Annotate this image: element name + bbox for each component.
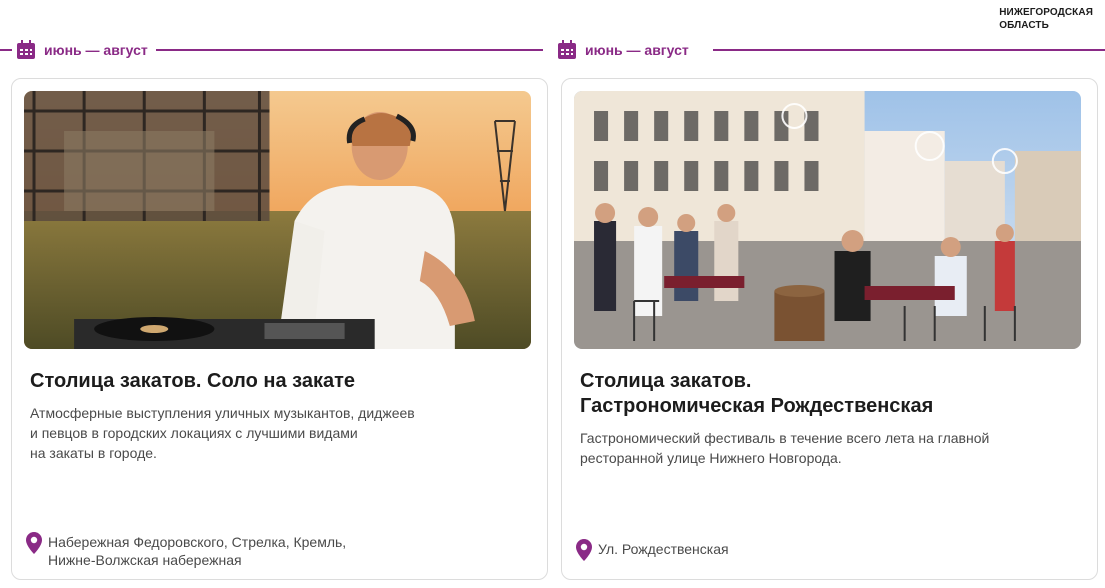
calendar-icon — [558, 40, 576, 59]
card-description: Гастрономический фестиваль в течение все… — [580, 430, 990, 466]
location-text: Ул. Рождественская — [598, 541, 729, 557]
calendar-icon — [17, 40, 35, 59]
card-title[interactable]: Столица закатов. Гастрономическая Рождес… — [580, 369, 1079, 419]
card-description: Атмосферные выступления уличных музыкант… — [30, 405, 415, 461]
location-pin-icon — [26, 532, 42, 554]
card-title[interactable]: Столица закатов. Соло на закате — [30, 369, 529, 394]
divider-line — [155, 49, 543, 51]
region-logo: НИЖЕГОРОДСКАЯ ОБЛАСТЬ — [999, 7, 1093, 31]
location-text: Набережная Федоровского, Стрелка, Кремль… — [48, 534, 347, 568]
date-range: июнь — август — [44, 42, 148, 58]
location: Набережная Федоровского, Стрелка, Кремль… — [26, 532, 347, 569]
event-card-gastro-rozhdestvenskaya[interactable]: Столица закатов. Гастрономическая Рождес… — [561, 78, 1098, 580]
date-row-2: июнь — август — [557, 38, 1105, 62]
divider-line — [712, 49, 1105, 51]
divider-line — [0, 49, 12, 51]
location-pin-icon — [576, 539, 592, 561]
date-row-1: июнь — август — [0, 38, 543, 62]
street-festival-photo — [574, 91, 1081, 349]
dj-sunset-photo — [24, 91, 531, 349]
date-range: июнь — август — [585, 42, 689, 58]
location: Ул. Рождественская — [576, 539, 729, 561]
event-card-solo-sunset[interactable]: Столица закатов. Соло на закате Атмосфер… — [11, 78, 548, 580]
